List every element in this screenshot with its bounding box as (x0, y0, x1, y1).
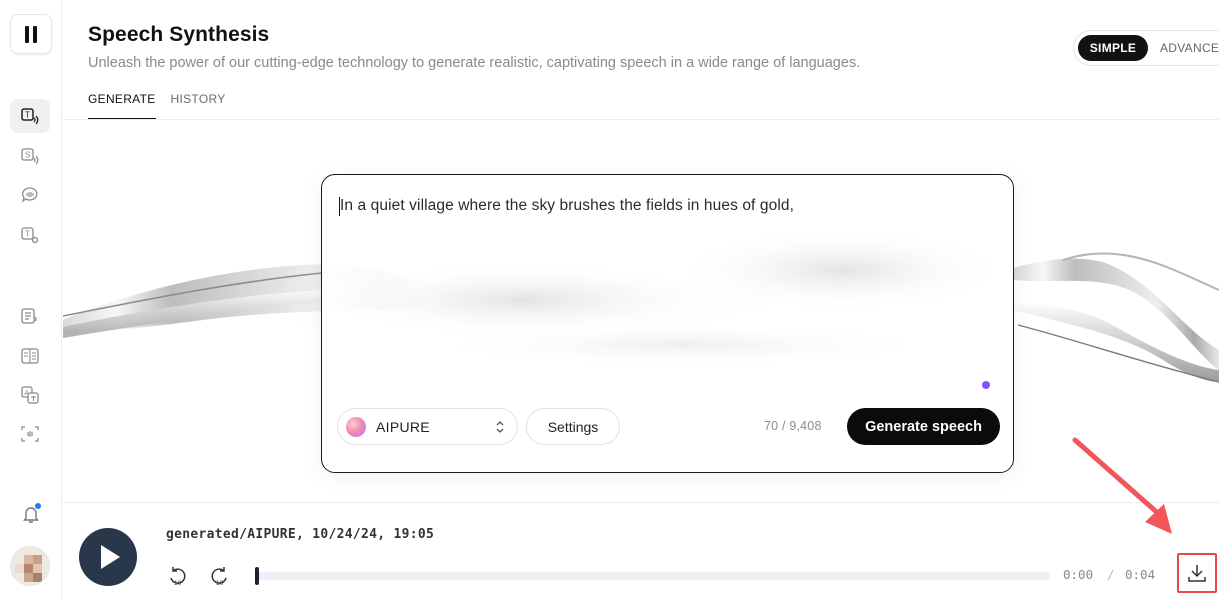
duration: 0:04 (1125, 567, 1156, 582)
tab-bar: GENERATE HISTORY (88, 91, 226, 120)
mode-toggle: SIMPLE ADVANCE (1073, 30, 1219, 66)
mode-advanced-button[interactable]: ADVANCE (1160, 41, 1219, 55)
page-title: Speech Synthesis (88, 23, 270, 46)
svg-text:10: 10 (174, 580, 182, 587)
status-dot (982, 381, 990, 389)
progress-bar[interactable] (255, 572, 1051, 580)
svg-text:10: 10 (216, 580, 224, 587)
text-settings-icon: T (21, 227, 39, 244)
mode-simple-button[interactable]: SIMPLE (1078, 35, 1148, 61)
sidebar-item-translate[interactable]: A (10, 378, 50, 412)
track-name: generated/AIPURE, 10/24/24, 19:05 (166, 527, 435, 542)
play-button[interactable] (79, 528, 137, 586)
download-button[interactable] (1177, 553, 1217, 593)
settings-button[interactable]: Settings (526, 408, 620, 445)
sidebar-item-speech-to-speech[interactable]: S (10, 139, 50, 173)
audio-player: generated/AIPURE, 10/24/24, 19:05 10 10 … (63, 502, 1219, 600)
tab-generate[interactable]: GENERATE (88, 91, 156, 120)
svg-text:T: T (25, 230, 30, 239)
voice-select-label: AIPURE (376, 419, 430, 435)
sidebar-item-voice-chat[interactable] (10, 178, 50, 212)
notification-dot (35, 503, 41, 509)
sidebar-item-text-settings[interactable]: T (10, 218, 50, 252)
text-to-speech-icon: T (21, 108, 39, 125)
text-input[interactable]: In a quiet village where the sky brushes… (340, 197, 794, 215)
tab-history[interactable]: HISTORY (171, 91, 226, 120)
sidebar-item-voice-scan[interactable] (10, 417, 50, 451)
speech-to-speech-icon: S (21, 148, 39, 165)
translate-icon: A (21, 386, 39, 404)
document-audio-icon (21, 308, 37, 324)
sidebar: T S T A (0, 0, 62, 600)
forward-10-icon[interactable]: 10 (208, 566, 230, 588)
app-logo[interactable] (10, 14, 52, 54)
voice-chat-icon (21, 187, 38, 203)
download-icon (1188, 565, 1206, 582)
play-icon (101, 545, 120, 569)
voice-select[interactable]: AIPURE (337, 408, 518, 445)
avatar[interactable] (10, 546, 50, 586)
svg-text:T: T (25, 111, 30, 120)
chevron-up-down-icon (496, 421, 504, 433)
sidebar-item-text-to-speech[interactable]: T (10, 99, 50, 133)
time-separator: / (1107, 567, 1115, 582)
editor-card: In a quiet village where the sky brushes… (321, 174, 1014, 473)
rewind-10-icon[interactable]: 10 (167, 566, 189, 588)
current-time: 0:00 (1063, 567, 1094, 582)
svg-text:S: S (25, 151, 30, 160)
voice-scan-icon (21, 426, 39, 442)
notification-bell[interactable] (20, 503, 42, 525)
sidebar-item-compare[interactable] (10, 339, 50, 373)
voice-avatar-icon (346, 417, 366, 437)
page-subtitle: Unleash the power of our cutting-edge te… (88, 55, 861, 71)
sidebar-item-document-audio[interactable] (10, 299, 50, 333)
progress-handle[interactable] (255, 567, 259, 585)
generate-speech-button[interactable]: Generate speech (847, 408, 1000, 445)
character-counter: 70 / 9,408 (764, 419, 822, 433)
compare-icon (21, 348, 39, 364)
